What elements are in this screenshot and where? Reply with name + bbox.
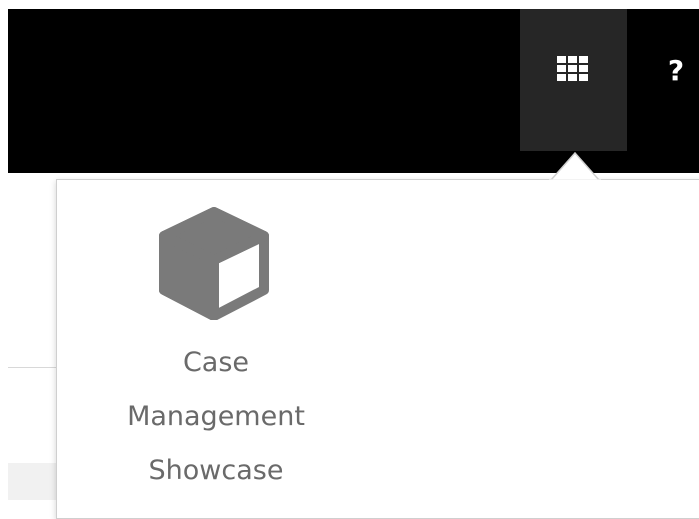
cube-icon: [159, 207, 269, 320]
app-tile-case-management-showcase[interactable]: Case Management Showcase: [96, 200, 336, 496]
page-footer: [8, 463, 56, 500]
help-icon[interactable]: ?: [658, 46, 694, 96]
app-tile-label: Case Management Showcase: [127, 347, 305, 486]
popover-arrow: [549, 151, 601, 181]
page-divider: [8, 367, 56, 368]
grid-icon[interactable]: [555, 55, 591, 83]
page-background: [8, 173, 56, 500]
page-top-strip: [0, 0, 699, 9]
